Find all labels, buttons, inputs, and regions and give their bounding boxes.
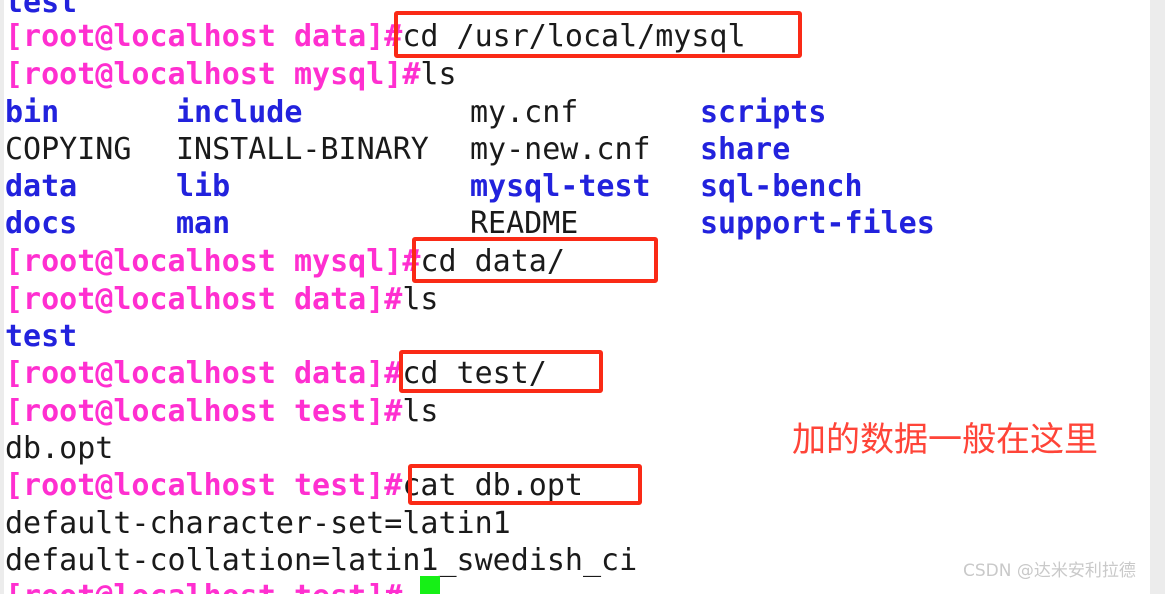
ls-entry-readme: README	[470, 206, 579, 241]
shell-prompt: [root@localhost data]	[5, 19, 385, 54]
ls-entry-bin: bin	[5, 95, 60, 130]
prompt-hash: #	[402, 57, 421, 92]
ls-output-data-test: test	[5, 319, 78, 354]
shell-prompt: [root@localhost test]	[5, 468, 385, 503]
ls-entry-man: man	[176, 206, 231, 241]
command-text: cd /usr/local/mysql	[402, 19, 746, 54]
cat-output-collation: default-collation=latin1_swedish_ci	[5, 543, 638, 578]
right-edge-strip	[1150, 0, 1165, 594]
terminal-line-ls-test: [root@localhost test]#ls	[5, 397, 438, 427]
ls-entry-my-new-cnf: my-new.cnf	[470, 132, 651, 167]
terminal-screenshot: test [root@localhost data]#cd /usr/local…	[0, 0, 1165, 594]
command-text: ls	[420, 57, 457, 92]
csdn-watermark: CSDN @达米安利拉德	[963, 561, 1136, 581]
ls-output-test-dbopt: db.opt	[5, 431, 114, 466]
terminal-output-area[interactable]: test [root@localhost data]#cd /usr/local…	[0, 0, 1150, 594]
ls-entry-sql-bench: sql-bench	[700, 169, 863, 204]
ls-entry-data: data	[5, 169, 78, 204]
terminal-line-partial-test: test	[5, 0, 77, 18]
ls-entry-share: share	[700, 132, 791, 167]
terminal-line-ls-data: [root@localhost data]#ls	[5, 285, 438, 315]
shell-prompt: [root@localhost data]	[5, 356, 385, 391]
ls-entry-include: include	[176, 95, 303, 130]
ls-entry-my-cnf: my.cnf	[470, 95, 579, 130]
shell-prompt: [root@localhost mysql]	[5, 57, 403, 92]
prompt-hash: #	[384, 579, 402, 594]
shell-prompt: [root@localhost mysql]	[5, 244, 403, 279]
command-text: cat db.opt	[402, 468, 583, 503]
command-text: ls	[402, 282, 439, 317]
ls-entry-docs: docs	[5, 206, 78, 241]
shell-prompt: [root@localhost data]	[5, 282, 385, 317]
prompt-hash: #	[384, 394, 403, 429]
shell-prompt: [root@localhost test]	[5, 394, 385, 429]
ls-entry-install-binary: INSTALL-BINARY	[176, 132, 429, 167]
terminal-line-cat-dbopt: [root@localhost test]#cat db.opt	[5, 471, 583, 501]
annotation-note-text: 加的数据一般在这里	[792, 420, 1098, 460]
prompt-hash: #	[384, 19, 403, 54]
terminal-line-cd-data: [root@localhost mysql]#cd data/	[5, 247, 565, 277]
ls-entry-lib: lib	[176, 169, 231, 204]
terminal-cursor	[420, 576, 440, 594]
ls-entry-support-files: support-files	[700, 206, 935, 241]
prompt-hash: #	[384, 282, 403, 317]
prompt-hash: #	[384, 468, 403, 503]
terminal-line-final-prompt: [root@localhost test]#	[5, 582, 402, 594]
dir-name: test	[5, 0, 78, 20]
ls-entry-copying: COPYING	[5, 132, 132, 167]
command-text: ls	[402, 394, 439, 429]
command-text: cd test/	[402, 356, 547, 391]
command-text: cd data/	[420, 244, 565, 279]
prompt-hash: #	[402, 244, 421, 279]
terminal-line-cd-test: [root@localhost data]#cd test/	[5, 359, 547, 389]
terminal-line-ls-mysql: [root@localhost mysql]#ls	[5, 60, 457, 90]
terminal-line-cd-mysql: [root@localhost data]#cd /usr/local/mysq…	[5, 22, 746, 52]
ls-entry-scripts: scripts	[700, 95, 827, 130]
cat-output-charset: default-character-set=latin1	[5, 506, 511, 541]
ls-entry-mysql-test: mysql-test	[470, 169, 651, 204]
shell-prompt: [root@localhost test]	[5, 579, 384, 594]
prompt-hash: #	[384, 356, 403, 391]
